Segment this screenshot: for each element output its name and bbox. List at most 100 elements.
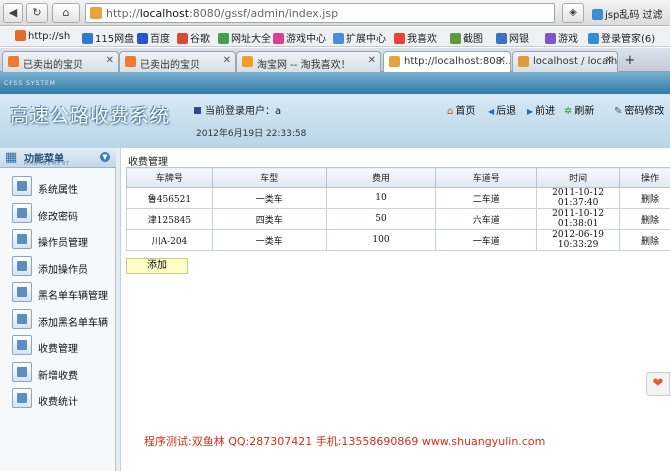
menu-item-icon (12, 335, 32, 355)
sidebar-menu-item[interactable]: 修改密码 (12, 202, 112, 225)
close-icon[interactable]: ✕ (368, 55, 376, 66)
column-header[interactable]: 车道号 (435, 167, 538, 188)
column-header[interactable]: 车牌号 (126, 167, 213, 188)
sidebar-menu-item[interactable]: 收费管理 (12, 335, 112, 357)
browser-tab[interactable]: 淘宝网 -- 淘我喜欢！ ✕ (236, 51, 381, 72)
table-cell: 2012-06-19 10:33:29 (536, 229, 621, 251)
bookmark-item[interactable]: 游戏中心 (273, 30, 326, 45)
sidebar-menu-item[interactable]: 添加操作员 (12, 255, 112, 278)
menu-item-label: 操作员管理 (38, 238, 88, 249)
taobao-icon (125, 56, 136, 67)
menu-item-label: 黑名单车辆管理 (38, 291, 108, 302)
address-bar[interactable]: http://localhost:8080/gssf/admin/index.j… (85, 3, 555, 23)
sidebar-menu-item[interactable]: 新增收费 (12, 361, 112, 384)
extension-label: jsp乱码 过滤 (605, 10, 663, 21)
bookmark-item[interactable]: 网址大全 (218, 30, 271, 45)
bullet-icon (194, 107, 201, 114)
browser-toolbar: ◀ ↻ ⌂ http://localhost:8080/gssf/admin/i… (0, 0, 670, 26)
bookmark-item[interactable]: http://sh (15, 30, 70, 42)
column-header[interactable]: 费用 (325, 167, 437, 188)
tab-label: 淘宝网 -- 淘我喜欢！ (257, 60, 351, 71)
close-icon[interactable]: ✕ (223, 55, 231, 66)
menu-icon: ▦ (5, 150, 18, 165)
delete-link[interactable]: 删除 (619, 229, 670, 251)
add-button[interactable]: 添加 (126, 258, 188, 274)
bookmark-item[interactable]: 网银 (496, 30, 529, 45)
menu-item-icon (12, 176, 32, 196)
back-icon: ◀ (488, 107, 495, 116)
column-header[interactable]: 时间 (536, 167, 621, 188)
nav-refresh[interactable]: ✲ 刷新 (564, 102, 594, 117)
browser-tab[interactable]: http://localhost:808... ✕ (383, 51, 511, 72)
table-cell: 100 (325, 229, 437, 251)
table-cell: 2011-10-12 01:38:01 (536, 208, 621, 230)
menu-item-label: 添加操作员 (38, 264, 88, 276)
sidebar-menu-item[interactable]: 操作员管理 (12, 229, 112, 251)
shield-icon[interactable]: ◈ (562, 3, 584, 23)
back-button[interactable]: ◀ (3, 3, 23, 23)
bookmark-item[interactable]: 百度 (137, 30, 170, 45)
table-cell: 50 (325, 208, 437, 230)
bookmark-item[interactable]: 我喜欢 (394, 30, 437, 45)
sidebar-menu-item[interactable]: 添加黑名单车辆 (12, 308, 112, 331)
bookmark-item[interactable]: 扩展中心 (333, 30, 386, 45)
menu-item-icon (12, 361, 32, 382)
nav-home[interactable]: ⌂ 首页 (447, 102, 475, 117)
bookmark-label: http://sh (28, 31, 71, 42)
new-tab-button[interactable]: + (621, 53, 639, 69)
lock-icon: ✎ (614, 106, 623, 117)
header-stripe (0, 72, 670, 94)
footer-credit: 程序测试:双鱼林 QQ:287307421 手机:13558690869 www… (144, 435, 546, 448)
menu-item-icon (12, 255, 32, 276)
home-button[interactable]: ⌂ (52, 3, 80, 23)
delete-link[interactable]: 删除 (619, 208, 670, 230)
menu-item-label: 收费统计 (38, 397, 78, 408)
browser-tab[interactable]: 已卖出的宝贝 ✕ (119, 51, 236, 72)
nav-change-password[interactable]: ✎ 密码修改 (614, 102, 664, 117)
table-row: 津125845 四类车 50 六车道 2011-10-12 01:38:01 删除 (126, 208, 670, 230)
globe-icon (218, 33, 229, 44)
sidebar-splitter[interactable] (116, 148, 121, 471)
nav-change-password-label: 密码修改 (624, 106, 665, 117)
close-icon[interactable]: ✕ (106, 55, 114, 66)
bookmark-item[interactable]: 截图 (450, 30, 483, 45)
menu-item-icon (12, 202, 32, 223)
column-header[interactable]: 车型 (211, 167, 327, 188)
extension-icon (592, 9, 603, 20)
table-cell: 津125845 (126, 208, 213, 230)
bookmark-item[interactable]: 游戏 (545, 30, 578, 45)
app-title: 高速公路收费系统 (10, 105, 171, 127)
column-header[interactable]: 操作 (619, 167, 670, 188)
bookmark-item[interactable]: 谷歌 (177, 30, 210, 45)
collapse-icon[interactable]: ▼ (100, 152, 110, 162)
page-icon (15, 30, 26, 41)
table-cell: 一类车 (211, 187, 327, 209)
bookmark-label: 百度 (150, 34, 170, 45)
delete-link[interactable]: 删除 (619, 187, 670, 209)
tab-label: http://localhost:808... (404, 56, 511, 67)
sidebar-menu-item[interactable]: 收费统计 (12, 388, 112, 410)
table-body: 鲁456521 一类车 10 二车道 2011-10-12 01:37:40 删除 津125… (126, 187, 670, 251)
close-icon[interactable]: ✕ (498, 55, 506, 66)
panel-title: 收费管理 (128, 157, 168, 168)
bookmark-item[interactable]: 115网盘 (82, 30, 134, 45)
sidebar-menu-item[interactable]: 黑名单车辆管理 (12, 282, 112, 304)
bookmark-label: 网银 (509, 34, 529, 45)
sidebar-menu-item[interactable]: 系统属性 (12, 176, 112, 198)
toll-table: 车牌号 车型 费用 车道号 时间 操作 鲁456521 一类车 10 二车道 2011-10-12… (126, 167, 670, 251)
sidebar-subtitle: MANAGEMENT (24, 161, 71, 167)
browser-tab[interactable]: localhost / localho...✕ (512, 51, 618, 72)
nav-back[interactable]: ◀ 后退 (488, 102, 516, 117)
browser-tab[interactable]: 已卖出的宝贝 ✕ (2, 51, 119, 72)
table-cell: 一类车 (211, 229, 327, 251)
nav-forward[interactable]: ▶ 前进 (527, 102, 555, 117)
tab-strip: 已卖出的宝贝 ✕ 已卖出的宝贝 ✕ 淘宝网 -- 淘我喜欢！ ✕ http://localh… (0, 48, 670, 72)
refresh-button[interactable]: ↻ (26, 3, 48, 23)
menu-item-label: 收费管理 (38, 344, 78, 355)
bookmark-label: 谷歌 (190, 34, 210, 45)
bookmark-label: 网址大全 (231, 34, 271, 45)
heart-icon[interactable]: ❤ (646, 372, 670, 396)
bookmark-item[interactable]: 登录管家(6) (588, 30, 655, 45)
close-icon[interactable]: ✕ (605, 55, 613, 66)
extension-button[interactable]: jsp乱码 过滤 (592, 6, 663, 21)
